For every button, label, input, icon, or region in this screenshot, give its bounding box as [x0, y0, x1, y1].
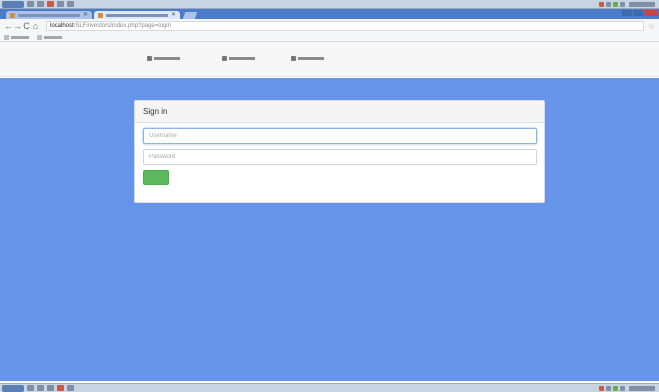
password-input[interactable]	[143, 149, 537, 165]
tray-icon[interactable]	[599, 385, 604, 391]
login-panel: Sign in	[134, 100, 545, 203]
bookmark-item[interactable]	[37, 34, 62, 40]
browser-tab[interactable]: ✕	[6, 11, 92, 19]
browser-tab-strip: ✕ ✕	[0, 9, 659, 19]
minimize-button[interactable]	[622, 10, 632, 16]
favicon-icon	[98, 12, 103, 18]
app-icon[interactable]	[67, 385, 74, 391]
nav-icon	[147, 56, 152, 61]
clock	[629, 385, 655, 391]
tray-icon[interactable]	[599, 1, 604, 7]
maximize-button[interactable]	[633, 10, 643, 16]
apps-icon	[4, 34, 9, 40]
close-icon[interactable]: ✕	[83, 12, 88, 18]
ie-icon[interactable]	[27, 1, 34, 7]
bookmark-item[interactable]	[4, 34, 29, 40]
bookmarks-bar	[0, 33, 659, 42]
nav-label	[298, 57, 324, 60]
url-input[interactable]: localhost /SLFinvestors/index.php?page=l…	[46, 21, 644, 31]
folder-icon[interactable]	[37, 385, 44, 391]
url-path: /SLFinvestors/index.php?page=login	[73, 23, 171, 29]
windows-taskbar-top	[0, 0, 659, 9]
app-icon[interactable]	[47, 1, 54, 7]
page-icon	[37, 34, 42, 40]
folder-icon[interactable]	[37, 1, 44, 7]
bookmark-label	[44, 35, 62, 39]
system-tray	[597, 385, 659, 391]
nav-item[interactable]	[222, 56, 255, 61]
close-window-button[interactable]	[644, 10, 658, 16]
tray-icon[interactable]	[606, 1, 611, 7]
home-icon[interactable]: ⌂	[31, 21, 40, 31]
username-input[interactable]	[143, 128, 537, 144]
window-controls	[622, 10, 659, 19]
tray-icon[interactable]	[613, 1, 618, 7]
tray-icon[interactable]	[613, 385, 618, 391]
nav-item[interactable]	[147, 56, 180, 61]
tab-title	[106, 13, 168, 17]
tray-icon[interactable]	[606, 385, 611, 391]
start-button[interactable]	[2, 384, 24, 392]
windows-taskbar-bottom	[0, 383, 659, 392]
tray-icon[interactable]	[620, 385, 625, 391]
start-button[interactable]	[2, 0, 24, 8]
bookmark-label	[11, 35, 29, 39]
login-form	[135, 123, 544, 190]
system-tray	[597, 1, 659, 7]
url-host: localhost	[50, 23, 74, 29]
new-tab-button[interactable]	[182, 12, 198, 19]
nav-item[interactable]	[291, 56, 324, 61]
login-panel-title: Sign in	[135, 101, 544, 123]
nav-label	[154, 57, 180, 60]
nav-icon	[222, 56, 227, 61]
tray-icon[interactable]	[620, 1, 625, 7]
submit-button[interactable]	[143, 170, 169, 185]
clock	[629, 1, 655, 7]
browser-tab-active[interactable]: ✕	[94, 11, 180, 19]
back-icon[interactable]: ←	[4, 21, 13, 31]
tab-title	[18, 13, 80, 17]
app-icon[interactable]	[57, 385, 64, 391]
nav-icon	[291, 56, 296, 61]
forward-icon[interactable]: →	[13, 21, 22, 31]
close-icon[interactable]: ✕	[171, 12, 176, 18]
site-navbar	[0, 42, 659, 77]
app-icon[interactable]	[67, 1, 74, 7]
app-icon[interactable]	[47, 385, 54, 391]
favicon-icon	[10, 12, 15, 18]
app-icon[interactable]	[57, 1, 64, 7]
reload-icon[interactable]: C	[22, 21, 31, 31]
nav-label	[229, 57, 255, 60]
address-bar: ← → C ⌂ localhost /SLFinvestors/index.ph…	[0, 19, 659, 33]
ie-icon[interactable]	[27, 385, 34, 391]
star-icon[interactable]: ☆	[648, 22, 655, 31]
